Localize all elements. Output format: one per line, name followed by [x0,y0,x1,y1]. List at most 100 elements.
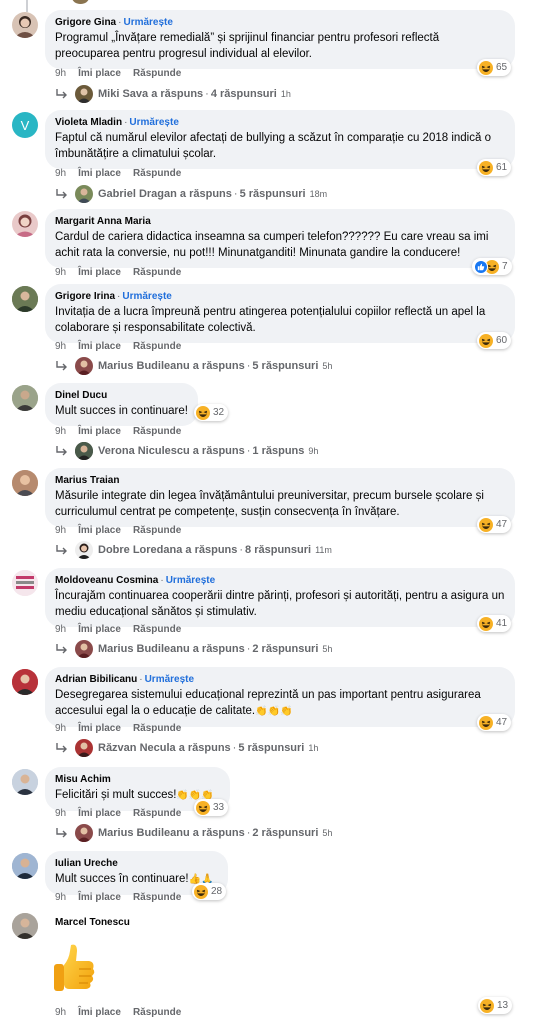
reply-button[interactable]: Răspunde [133,723,181,734]
author-name[interactable]: Marius Traian [55,475,119,486]
reaction-count[interactable]: 13 [478,997,513,1014]
reaction-count[interactable]: 41 [477,615,512,632]
separator-dot: · [246,445,251,457]
follow-link[interactable]: Urmărește [145,674,194,685]
author-name[interactable]: Dinel Ducu [55,390,107,401]
follow-link[interactable]: Urmărește [122,291,171,302]
like-button[interactable]: Îmi place [78,341,121,352]
like-button[interactable]: Îmi place [78,624,121,635]
reaction-number: 33 [213,802,225,813]
comment-actions: 9h Îmi place Răspunde [55,808,181,820]
author-name[interactable]: Margarit Anna Maria [55,216,151,227]
avatar[interactable] [12,853,38,879]
comment-text: Programul „Învățare remedială” și spriji… [55,32,440,60]
reply-button[interactable]: Răspunde [133,624,181,635]
author-name[interactable]: Grigore Irina [55,291,115,302]
reply-arrow-icon [56,743,67,753]
reply-button[interactable]: Răspunde [133,68,181,79]
comment-text: Încurajăm continuarea cooperării dintre … [55,590,505,618]
reaction-number: 28 [211,886,223,897]
replies-link[interactable]: Miki Sava a răspuns · 4 răspunsuri 1h [55,85,291,103]
reply-author: Marius Budileanu a răspuns [98,643,245,655]
author-name[interactable]: Adrian Bibilicanu [55,674,137,685]
comment-time[interactable]: 9h [55,267,66,278]
like-button[interactable]: Îmi place [78,68,121,79]
follow-link[interactable]: Urmărește [129,117,178,128]
reaction-count[interactable]: 33 [194,799,229,816]
reply-avatar [75,739,93,757]
comment-time[interactable]: 9h [55,426,66,437]
reply-button[interactable]: Răspunde [133,341,181,352]
reaction-count[interactable]: 47 [477,714,512,731]
avatar[interactable] [12,669,38,695]
avatar[interactable] [12,385,38,411]
reply-button[interactable]: Răspunde [133,1007,181,1018]
like-button[interactable]: Îmi place [78,168,121,179]
replies-link[interactable]: Marius Budileanu a răspuns · 5 răspunsuri 5… [55,357,332,375]
comment-time[interactable]: 9h [55,341,66,352]
reaction-count[interactable]: 32 [194,404,229,421]
avatar[interactable]: V [12,112,38,138]
reaction-count[interactable]: 60 [477,332,512,349]
comment-actions: 9h Îmi place Răspunde [55,723,181,735]
like-button[interactable]: Îmi place [78,723,121,734]
comment-time[interactable]: 9h [55,168,66,179]
author-name[interactable]: Grigore Gina [55,17,116,28]
avatar[interactable] [12,769,38,795]
comment-time[interactable]: 9h [55,808,66,819]
like-button[interactable]: Îmi place [78,426,121,437]
haha-icon [479,333,493,348]
partial-reply-avatar [72,0,89,4]
reply-button[interactable]: Răspunde [133,525,181,536]
like-button[interactable]: Îmi place [78,808,121,819]
author-name[interactable]: Moldoveanu Cosmina [55,575,158,586]
comment-time[interactable]: 9h [55,723,66,734]
replies-link[interactable]: Dobre Loredana a răspuns · 8 răspunsuri 11m [55,541,332,559]
like-button[interactable]: Îmi place [78,525,121,536]
clapping-emoji: 👏👏👏 [255,706,293,717]
reply-count: 1 răspuns [252,445,305,457]
follow-link[interactable]: Urmărește [123,17,172,28]
reply-button[interactable]: Răspunde [133,168,181,179]
reaction-count[interactable]: 47 [477,516,512,533]
reply-button[interactable]: Răspunde [133,267,181,278]
replies-link[interactable]: Marius Budileanu a răspuns · 2 răspunsuri 5… [55,640,332,658]
author-name[interactable]: Marcel Tonescu [55,917,130,928]
comment-actions: 9h Îmi place Răspunde [55,426,181,438]
reaction-count[interactable]: 28 [192,883,227,900]
avatar[interactable] [12,286,38,312]
comment-time[interactable]: 9h [55,1007,66,1018]
comment-bubble: Violeta Mladin · Urmărește Faptul că număr… [45,110,515,169]
follow-link[interactable]: Urmărește [166,575,215,586]
replies-link[interactable]: Gabriel Dragan a răspuns · 5 răspunsuri 18m [55,185,327,203]
avatar[interactable] [12,12,38,38]
reply-count: 5 răspunsuri [239,188,306,200]
avatar[interactable] [12,211,38,237]
reaction-count[interactable]: 61 [477,159,512,176]
comment-time[interactable]: 9h [55,68,66,79]
reaction-count[interactable]: 7 [472,258,512,275]
reply-count: 5 răspunsuri [252,360,319,372]
reply-button[interactable]: Răspunde [133,426,181,437]
avatar[interactable] [12,913,38,939]
comment-time[interactable]: 9h [55,525,66,536]
like-button[interactable]: Îmi place [78,267,121,278]
replies-link[interactable]: Verona Niculescu a răspuns · 1 răspuns 9h [55,442,318,460]
like-button[interactable]: Îmi place [78,892,121,903]
like-button[interactable]: Îmi place [78,1007,121,1018]
thumbs-up-sticker [54,944,95,991]
replies-link[interactable]: Marius Budileanu a răspuns · 2 răspunsuri 5… [55,824,332,842]
comment-time[interactable]: 9h [55,624,66,635]
author-name[interactable]: Misu Achim [55,774,111,785]
author-name[interactable]: Violeta Mladin [55,117,122,128]
author-name[interactable]: Iulian Ureche [55,858,118,869]
avatar[interactable] [12,470,38,496]
replies-link[interactable]: Răzvan Necula a răspuns · 5 răspunsuri 1h [55,739,318,757]
avatar[interactable] [12,570,38,596]
reply-button[interactable]: Răspunde [133,892,181,903]
comment-time[interactable]: 9h [55,892,66,903]
reply-arrow-icon [56,361,67,371]
reaction-count[interactable]: 65 [477,59,512,76]
reply-button[interactable]: Răspunde [133,808,181,819]
separator-dot: · [160,575,164,586]
